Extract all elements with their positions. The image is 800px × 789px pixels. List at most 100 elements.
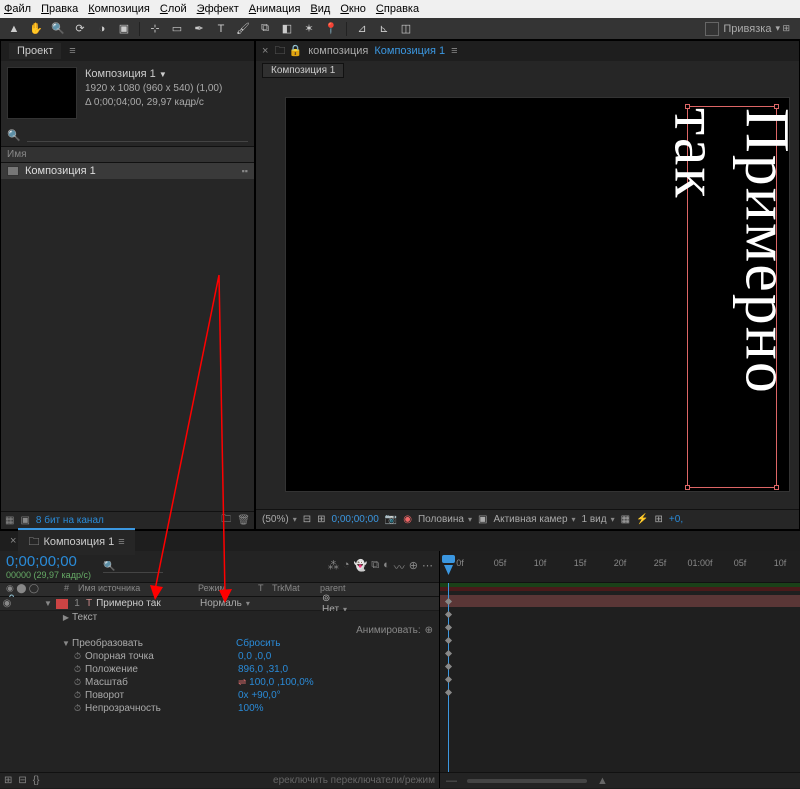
composition-canvas[interactable]: Примерно так <box>285 97 790 492</box>
comp-mini-flow-icon[interactable]: ⁂ <box>328 559 339 575</box>
world-axis-icon[interactable]: ⊾ <box>374 20 394 38</box>
layer-twirl-icon[interactable]: ▼ <box>42 599 54 608</box>
prop-opacity-value[interactable]: 100% <box>234 703 264 714</box>
hand-tool-icon[interactable]: ✋ <box>26 20 46 38</box>
brush-tool-icon[interactable]: 🖌 <box>233 20 253 38</box>
timeline-tab-menu-icon[interactable]: ≡ <box>118 536 124 548</box>
layer-row[interactable]: ◉ ▼ 1 TПримерно так Нормаль ⊚ Нет <box>0 597 439 611</box>
menu-layer[interactable]: Слой <box>160 3 187 15</box>
frame-blend-icon[interactable]: ⧉ <box>371 559 379 575</box>
keyframe-icon[interactable] <box>445 676 452 683</box>
snapshot-icon[interactable]: 📷 <box>385 514 397 525</box>
new-folder-icon[interactable]: 🗀 <box>221 512 231 529</box>
brainstorm-icon[interactable]: ⊕ <box>409 559 418 575</box>
keyframe-icon[interactable] <box>445 663 452 670</box>
animate-add-icon[interactable]: ⊕ <box>425 625 433 636</box>
zoom-tool-icon[interactable]: 🔍 <box>48 20 68 38</box>
keyframe-icon[interactable] <box>445 637 452 644</box>
col-mode[interactable]: Режим <box>198 583 258 596</box>
draft-3d-icon[interactable]: ◔ <box>343 559 350 575</box>
prop-opacity-row[interactable]: ⏱Непрозрачность 100% <box>0 702 439 715</box>
comp-breadcrumb-active[interactable]: Композиция 1 <box>374 45 445 57</box>
camera-dropdown[interactable]: Активная камер <box>493 514 575 525</box>
fast-preview-icon[interactable]: ⚡ <box>636 514 648 525</box>
grid-icon[interactable]: ⊞ <box>317 514 325 525</box>
col-trkmat[interactable]: TrkMat <box>272 583 320 596</box>
keyframe-icon[interactable] <box>445 650 452 657</box>
timeline-close-icon[interactable]: × <box>8 535 18 547</box>
exposure-icon[interactable]: +0, <box>669 514 683 525</box>
timeline-search-input[interactable] <box>103 561 163 573</box>
menu-file[interactable]: Файл <box>4 3 31 15</box>
playhead-grip[interactable] <box>442 555 455 563</box>
keyframe-icon[interactable] <box>445 624 452 631</box>
text-tool-icon[interactable]: T <box>211 20 231 38</box>
view-axis-icon[interactable]: ◫ <box>396 20 416 38</box>
project-tab[interactable]: Проект <box>9 43 61 59</box>
layer-duration-bar[interactable] <box>440 595 800 607</box>
rotate-tool-icon[interactable]: ◑ <box>92 20 112 38</box>
current-timecode[interactable]: 0;00;00;00 <box>6 553 91 570</box>
puppet-tool-icon[interactable]: 📍 <box>321 20 341 38</box>
playhead-marker-icon[interactable] <box>444 565 453 575</box>
new-comp-icon[interactable]: ▣ <box>20 515 29 526</box>
selection-tool-icon[interactable]: ▲ <box>4 20 24 38</box>
shape-tool-icon[interactable]: ▭ <box>167 20 187 38</box>
region-icon[interactable]: ▣ <box>478 514 487 525</box>
time-ruler[interactable]: 0f 05f 10f 15f 20f 25f 01:00f 05f 10f <box>440 551 800 583</box>
toggle-in-out-icon[interactable]: {} <box>33 775 40 786</box>
project-body[interactable] <box>1 179 254 511</box>
camera-tool-icon[interactable]: ▣ <box>114 20 134 38</box>
toggle-modes-icon[interactable]: ⊟ <box>18 775 26 786</box>
orbit-tool-icon[interactable]: ⟳ <box>70 20 90 38</box>
composition-thumbnail[interactable] <box>7 67 77 119</box>
snap-checkbox[interactable] <box>705 22 719 36</box>
prop-position-value[interactable]: 896,0 ,31,0 <box>234 664 288 675</box>
stopwatch-icon[interactable]: ⏱ <box>74 690 81 701</box>
roto-tool-icon[interactable]: ✶ <box>299 20 319 38</box>
prop-anchor-row[interactable]: ⏱Опорная точка 0,0 ,0,0 <box>0 650 439 663</box>
group-transform-row[interactable]: ▼ Преобразовать Сбросить <box>0 637 439 650</box>
text-twirl-icon[interactable]: ▶ <box>60 613 72 622</box>
eraser-tool-icon[interactable]: ◧ <box>277 20 297 38</box>
graph-editor-icon[interactable]: 〰 <box>394 559 405 575</box>
views-dropdown[interactable]: 1 вид <box>582 514 615 525</box>
clone-tool-icon[interactable]: ⧉ <box>255 20 275 38</box>
transform-reset[interactable]: Сбросить <box>232 638 280 649</box>
motion-blur-icon[interactable]: ◐ <box>383 559 390 575</box>
stopwatch-icon[interactable]: ⏱ <box>74 651 81 662</box>
layer-color-swatch[interactable] <box>56 599 68 609</box>
pixel-aspect-icon[interactable]: ▦ <box>621 514 630 525</box>
comp-dropdown-icon[interactable]: ▼ <box>159 70 167 79</box>
prop-scale-row[interactable]: ⏱Масштаб ⇌ 100,0 ,100,0% <box>0 676 439 689</box>
col-trk[interactable]: T <box>258 583 272 596</box>
text-layer[interactable]: Примерно так <box>691 108 771 481</box>
quality-dropdown[interactable]: Половина <box>418 514 472 525</box>
menu-edit[interactable]: Правка <box>41 3 78 15</box>
comp-name[interactable]: Композиция 1 <box>85 68 156 80</box>
prop-position-row[interactable]: ⏱Положение 896,0 ,31,0 <box>0 663 439 676</box>
col-name[interactable]: Имя источника <box>78 583 198 596</box>
anchor-tool-icon[interactable]: ⊹ <box>145 20 165 38</box>
menu-help[interactable]: Справка <box>376 3 419 15</box>
blend-mode-dropdown[interactable]: Нормаль <box>200 598 260 609</box>
handle-bottom-left[interactable] <box>685 485 690 490</box>
stopwatch-icon[interactable]: ⏱ <box>74 677 81 688</box>
zoom-out-icon[interactable]: — <box>446 775 457 787</box>
menu-composition[interactable]: Композиция <box>88 3 150 15</box>
viewer-time[interactable]: 0;00;00;00 <box>331 514 378 525</box>
prop-anchor-value[interactable]: 0,0 ,0,0 <box>234 651 271 662</box>
channel-icon[interactable]: ◉ <box>403 514 412 525</box>
prop-rotation-row[interactable]: ⏱Поворот 0x +90,0° <box>0 689 439 702</box>
menu-view[interactable]: Вид <box>310 3 330 15</box>
stopwatch-icon[interactable]: ⏱ <box>74 664 81 675</box>
resolution-icon[interactable]: ⊟ <box>303 514 311 525</box>
stopwatch-icon[interactable]: ⏱ <box>74 703 81 714</box>
handle-bottom-right[interactable] <box>774 485 779 490</box>
transform-twirl-icon[interactable]: ▼ <box>60 639 72 648</box>
layer-name[interactable]: Примерно так <box>96 598 161 609</box>
menu-animation[interactable]: Анимация <box>249 3 301 15</box>
col-num[interactable]: # <box>64 583 78 596</box>
menu-effect[interactable]: Эффект <box>197 3 239 15</box>
more-icon[interactable]: ⋯ <box>422 559 433 575</box>
